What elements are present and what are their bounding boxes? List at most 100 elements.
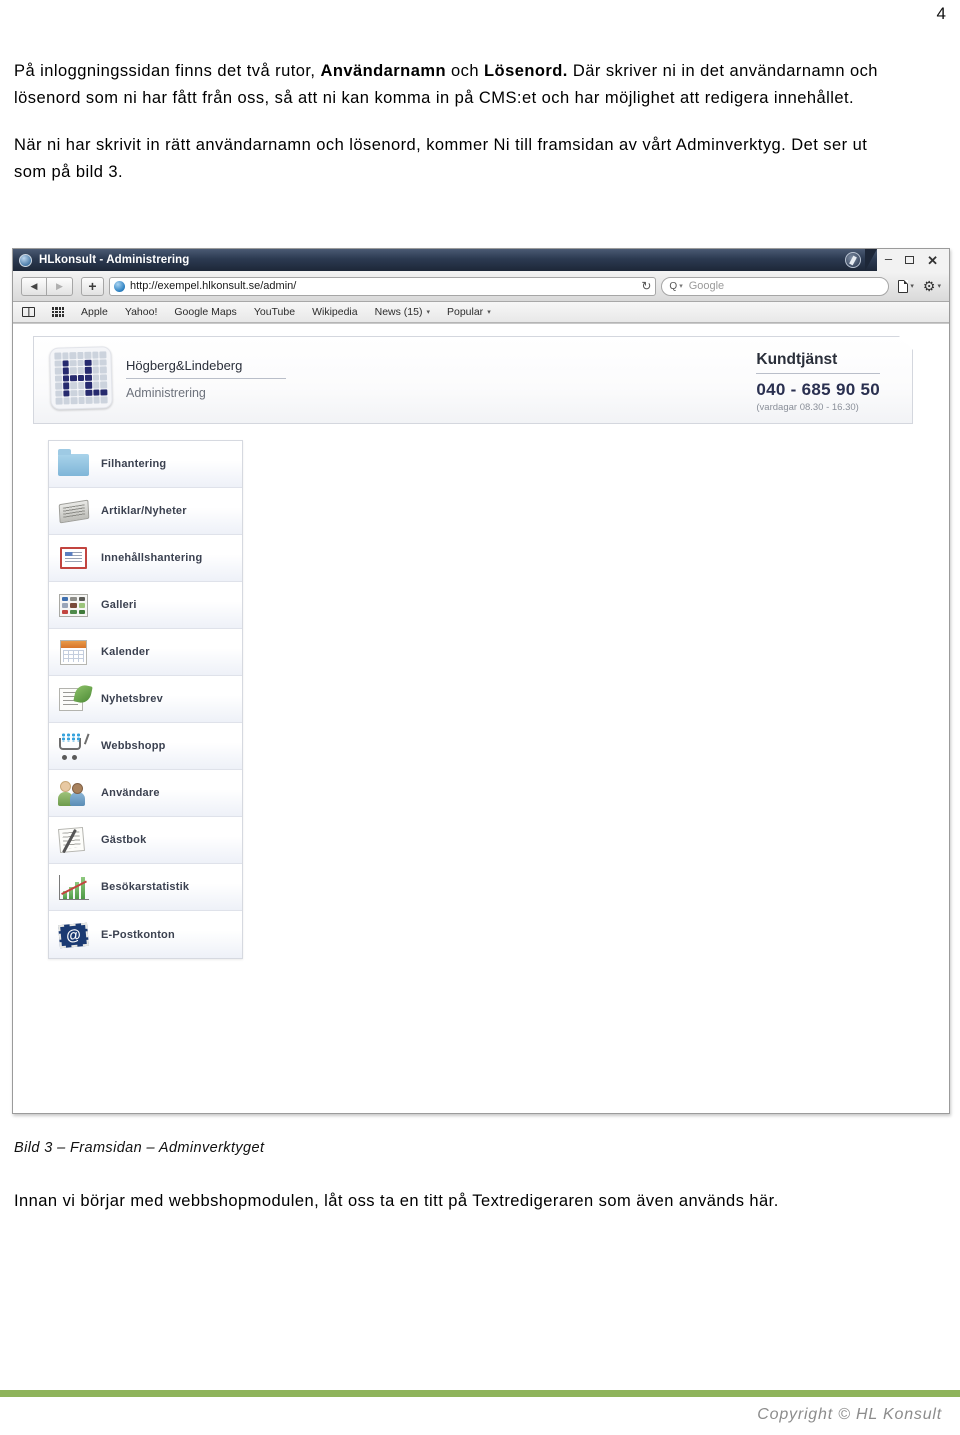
admin-titles: Högberg&Lindeberg Administrering [126, 356, 286, 400]
browser-toolbar: ◀ ▶ + http://exempel.hlkonsult.se/admin/… [13, 271, 949, 302]
search-input[interactable]: Google [689, 280, 724, 292]
bookmark-label: Wikipedia [312, 306, 358, 318]
menu-item-anvandare[interactable]: Användare [49, 770, 242, 817]
bookmark-news[interactable]: News (15) ▾ [375, 306, 430, 318]
paragraph-1: På inloggningssidan finns det två rutor,… [14, 58, 894, 112]
para1-seg3: och [445, 62, 485, 80]
guestbook-pen-icon [57, 824, 91, 856]
site-globe-icon [114, 280, 125, 292]
bar-chart-icon [57, 871, 91, 903]
page-viewport: Högberg&Lindeberg Administrering Kundtjä… [13, 323, 949, 1113]
top-sites-grid-icon[interactable] [52, 307, 64, 317]
trailing-text: Innan vi börjar med webbshopmodulen, låt… [14, 1188, 904, 1235]
menu-item-besokarstatistik[interactable]: Besökarstatistik [49, 864, 242, 911]
bookmark-label: YouTube [253, 306, 296, 318]
admin-brand-group: Högberg&Lindeberg Administrering [50, 347, 286, 409]
gear-icon: ⚙ [922, 278, 936, 294]
hl-pixel-logo-icon [49, 346, 113, 410]
newspaper-icon [57, 495, 91, 527]
bookmark-label: News (15) [374, 306, 423, 318]
search-field[interactable]: Q ▾ Google [661, 276, 890, 296]
footer-copyright: Copyright © HL Konsult [757, 1406, 942, 1423]
gear-caret-icon: ▾ [937, 283, 941, 290]
paragraph-2: När ni har skrivit in rätt användarnamn … [14, 136, 868, 181]
para1-seg1: På inloggningssidan finns det två rutor, [14, 62, 321, 80]
maximize-button[interactable] [905, 256, 915, 264]
menu-item-nyhetsbrev[interactable]: Nyhetsbrev [49, 676, 242, 723]
bookmark-popular[interactable]: Popular ▾ [447, 306, 491, 318]
menu-item-galleri[interactable]: Galleri [49, 582, 242, 629]
reload-icon[interactable]: ↻ [637, 279, 651, 293]
bookmark-google-maps[interactable]: Google Maps [174, 306, 236, 318]
customer-service-title: Kundtjänst [756, 351, 880, 374]
para1-bold-username: Användarnamn [320, 62, 446, 80]
chevron-down-icon: ▾ [426, 309, 430, 316]
page-caret-icon: ▾ [910, 283, 914, 290]
menu-item-label: Filhantering [101, 458, 167, 470]
email-at-icon: @ [57, 919, 91, 951]
window-controls: – ✕ [876, 249, 949, 271]
shopping-cart-icon [57, 730, 91, 762]
new-tab-button[interactable]: + [81, 276, 104, 296]
page-number: 4 [936, 4, 946, 23]
customer-service-hours: (vardagar 08.30 - 16.30) [756, 402, 859, 413]
minimize-button[interactable]: – [885, 252, 892, 265]
menu-item-innehallshantering[interactable]: Innehållshantering [49, 535, 242, 582]
search-icon: Q [669, 280, 678, 292]
menu-item-filhantering[interactable]: Filhantering [49, 441, 242, 488]
paragraph-3: Innan vi börjar med webbshopmodulen, låt… [14, 1192, 779, 1210]
bookmark-yahoo[interactable]: Yahoo! [125, 306, 158, 318]
bookmarks-book-icon[interactable] [22, 307, 35, 317]
window-title: HLkonsult - Administrering [39, 254, 190, 266]
menu-item-label: Innehållshantering [101, 552, 203, 564]
titlebar-corner [864, 249, 877, 271]
menu-item-gastbok[interactable]: Gästbok [49, 817, 242, 864]
bookmarks-bar: Apple Yahoo! Google Maps YouTube Wikiped… [13, 302, 949, 323]
search-engine-caret-icon[interactable]: ▾ [679, 282, 683, 290]
bookmark-wikipedia[interactable]: Wikipedia [312, 306, 358, 318]
forward-button[interactable]: ▶ [47, 276, 73, 296]
para1-bold-password: Lösenord. [484, 62, 568, 80]
menu-item-label: E-Postkonton [101, 928, 175, 941]
menu-item-label: Användare [101, 787, 160, 799]
menu-item-label: Gästbok [101, 834, 147, 846]
document-page: 4 På inloggningssidan finns det två ruto… [0, 0, 960, 1435]
newsletter-icon [57, 683, 93, 715]
bookmark-apple[interactable]: Apple [81, 306, 108, 318]
bookmark-label: Apple [81, 306, 108, 318]
customer-service-block: Kundtjänst 040 - 685 90 50 (vardagar 08.… [756, 351, 880, 413]
footer-rule [0, 1390, 960, 1397]
bookmark-label: Google Maps [174, 306, 237, 318]
document-body: På inloggningssidan finns det två rutor,… [14, 58, 894, 206]
bookmark-youtube[interactable]: YouTube [254, 306, 295, 318]
menu-item-label: Besökarstatistik [101, 881, 190, 893]
back-button[interactable]: ◀ [21, 276, 47, 296]
bookmark-label: Popular [446, 306, 484, 318]
globe-icon [19, 253, 32, 267]
page-actions-button[interactable]: ▾ [898, 279, 914, 293]
admin-header-panel: Högberg&Lindeberg Administrering Kundtjä… [33, 336, 913, 424]
customer-service-phone: 040 - 685 90 50 [756, 380, 880, 399]
content-page-icon [57, 542, 91, 574]
company-name: Högberg&Lindeberg [126, 358, 286, 379]
compass-icon [844, 252, 861, 268]
figure-caption: Bild 3 – Framsidan – Adminverktyget [14, 1140, 265, 1156]
nav-button-group: ◀ ▶ [21, 276, 73, 296]
admin-menu: Filhantering Artiklar/Nyheter Innehållsh… [48, 440, 243, 959]
menu-item-kalender[interactable]: Kalender [49, 629, 242, 676]
gallery-grid-icon [57, 589, 91, 621]
browser-titlebar: HLkonsult - Administrering – ✕ [13, 249, 949, 271]
bookmark-label: Yahoo! [124, 306, 158, 318]
menu-item-artiklar-nyheter[interactable]: Artiklar/Nyheter [49, 488, 242, 535]
url-input[interactable]: http://exempel.hlkonsult.se/admin/ [130, 280, 637, 292]
chevron-down-icon: ▾ [487, 309, 491, 316]
settings-button[interactable]: ⚙ ▾ [923, 279, 941, 293]
menu-item-label: Kalender [101, 646, 150, 658]
address-bar[interactable]: http://exempel.hlkonsult.se/admin/ ↻ [109, 276, 657, 296]
titlebar-right-group: – ✕ [844, 249, 949, 271]
menu-item-webbshopp[interactable]: Webbshopp [49, 723, 242, 770]
browser-window: HLkonsult - Administrering – ✕ ◀ ▶ + htt… [12, 248, 950, 1114]
users-icon [57, 777, 91, 809]
close-button[interactable]: ✕ [927, 254, 938, 267]
menu-item-e-postkonton[interactable]: @ E-Postkonton [49, 911, 242, 958]
